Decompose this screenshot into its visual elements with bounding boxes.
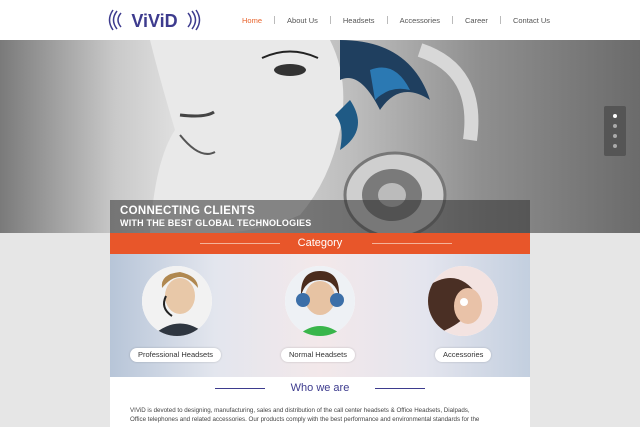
- about-body-line-1: VIViD is devoted to designing, manufactu…: [130, 407, 470, 414]
- logo-text: ViViD: [131, 11, 177, 31]
- about-body-line-2: Office telephones and related accessorie…: [130, 415, 480, 423]
- professional-headsets-label[interactable]: Professional Headsets: [130, 348, 222, 362]
- slider-dot-1[interactable]: [613, 114, 617, 118]
- nav-headsets[interactable]: Headsets: [331, 16, 387, 25]
- nav-about-us[interactable]: About Us: [275, 16, 330, 25]
- category-item-accessories[interactable]: Accessories: [390, 254, 530, 377]
- about-section: Who we are VIViD is devoted to designing…: [110, 377, 530, 427]
- nav-home[interactable]: Home: [230, 16, 274, 25]
- normal-headsets-label[interactable]: Normal Headsets: [281, 348, 355, 362]
- hero-subheadline: WITH THE BEST GLOBAL TECHNOLOGIES: [120, 218, 312, 228]
- accessories-photo[interactable]: [428, 266, 498, 336]
- professional-headset-photo[interactable]: [142, 266, 212, 336]
- vivid-logo[interactable]: ViViD: [107, 5, 202, 35]
- nav-accessories[interactable]: Accessories: [388, 16, 452, 25]
- nav-contact-us[interactable]: Contact Us: [501, 16, 562, 25]
- hero-banner: CONNECTING CLIENTS WITH THE BEST GLOBAL …: [0, 40, 640, 233]
- normal-headset-photo[interactable]: [285, 266, 355, 336]
- site-header: ViViD Home About Us Headsets Accessories…: [0, 0, 640, 40]
- slider-dot-2[interactable]: [613, 124, 617, 128]
- category-line-right: [372, 243, 452, 244]
- about-title: Who we are: [290, 382, 350, 394]
- hero-caption: CONNECTING CLIENTS WITH THE BEST GLOBAL …: [110, 200, 530, 233]
- slider-dot-4[interactable]: [613, 144, 617, 148]
- category-panel: Professional Headsets Normal Headsets Ac: [110, 254, 530, 377]
- slider-pagination: [604, 106, 626, 156]
- category-item-normal-headsets[interactable]: Normal Headsets: [250, 254, 390, 377]
- category-header: Category: [110, 233, 530, 254]
- main-nav: Home About Us Headsets Accessories Caree…: [230, 0, 562, 40]
- slider-dot-3[interactable]: [613, 134, 617, 138]
- hero-headline: CONNECTING CLIENTS: [120, 205, 256, 217]
- accessories-label[interactable]: Accessories: [435, 348, 492, 362]
- nav-career[interactable]: Career: [453, 16, 500, 25]
- about-line-right: [375, 388, 425, 389]
- category-item-professional-headsets[interactable]: Professional Headsets: [110, 254, 250, 377]
- about-body: VIViD is devoted to designing, manufactu…: [130, 407, 520, 424]
- category-title: Category: [297, 237, 343, 249]
